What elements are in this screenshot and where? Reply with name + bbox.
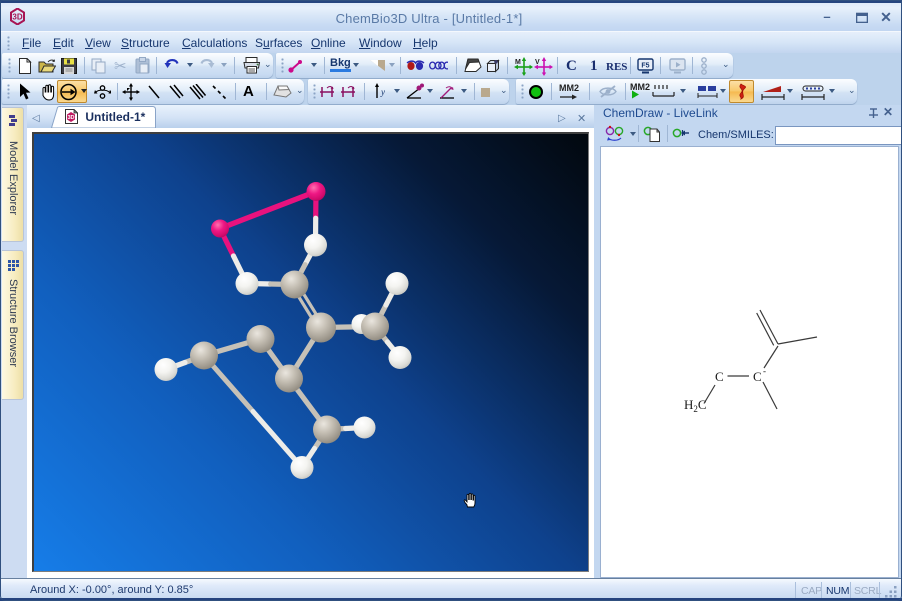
svg-text:F5: F5	[641, 63, 649, 70]
svg-text:V: V	[535, 59, 540, 66]
svg-text:y: y	[380, 87, 385, 97]
svg-text:H2C: H2C	[684, 397, 707, 414]
svg-text:C: C	[753, 369, 762, 384]
svg-text:C: C	[715, 369, 724, 384]
svg-text:3D: 3D	[67, 115, 74, 121]
svg-text:-: -	[763, 366, 766, 376]
